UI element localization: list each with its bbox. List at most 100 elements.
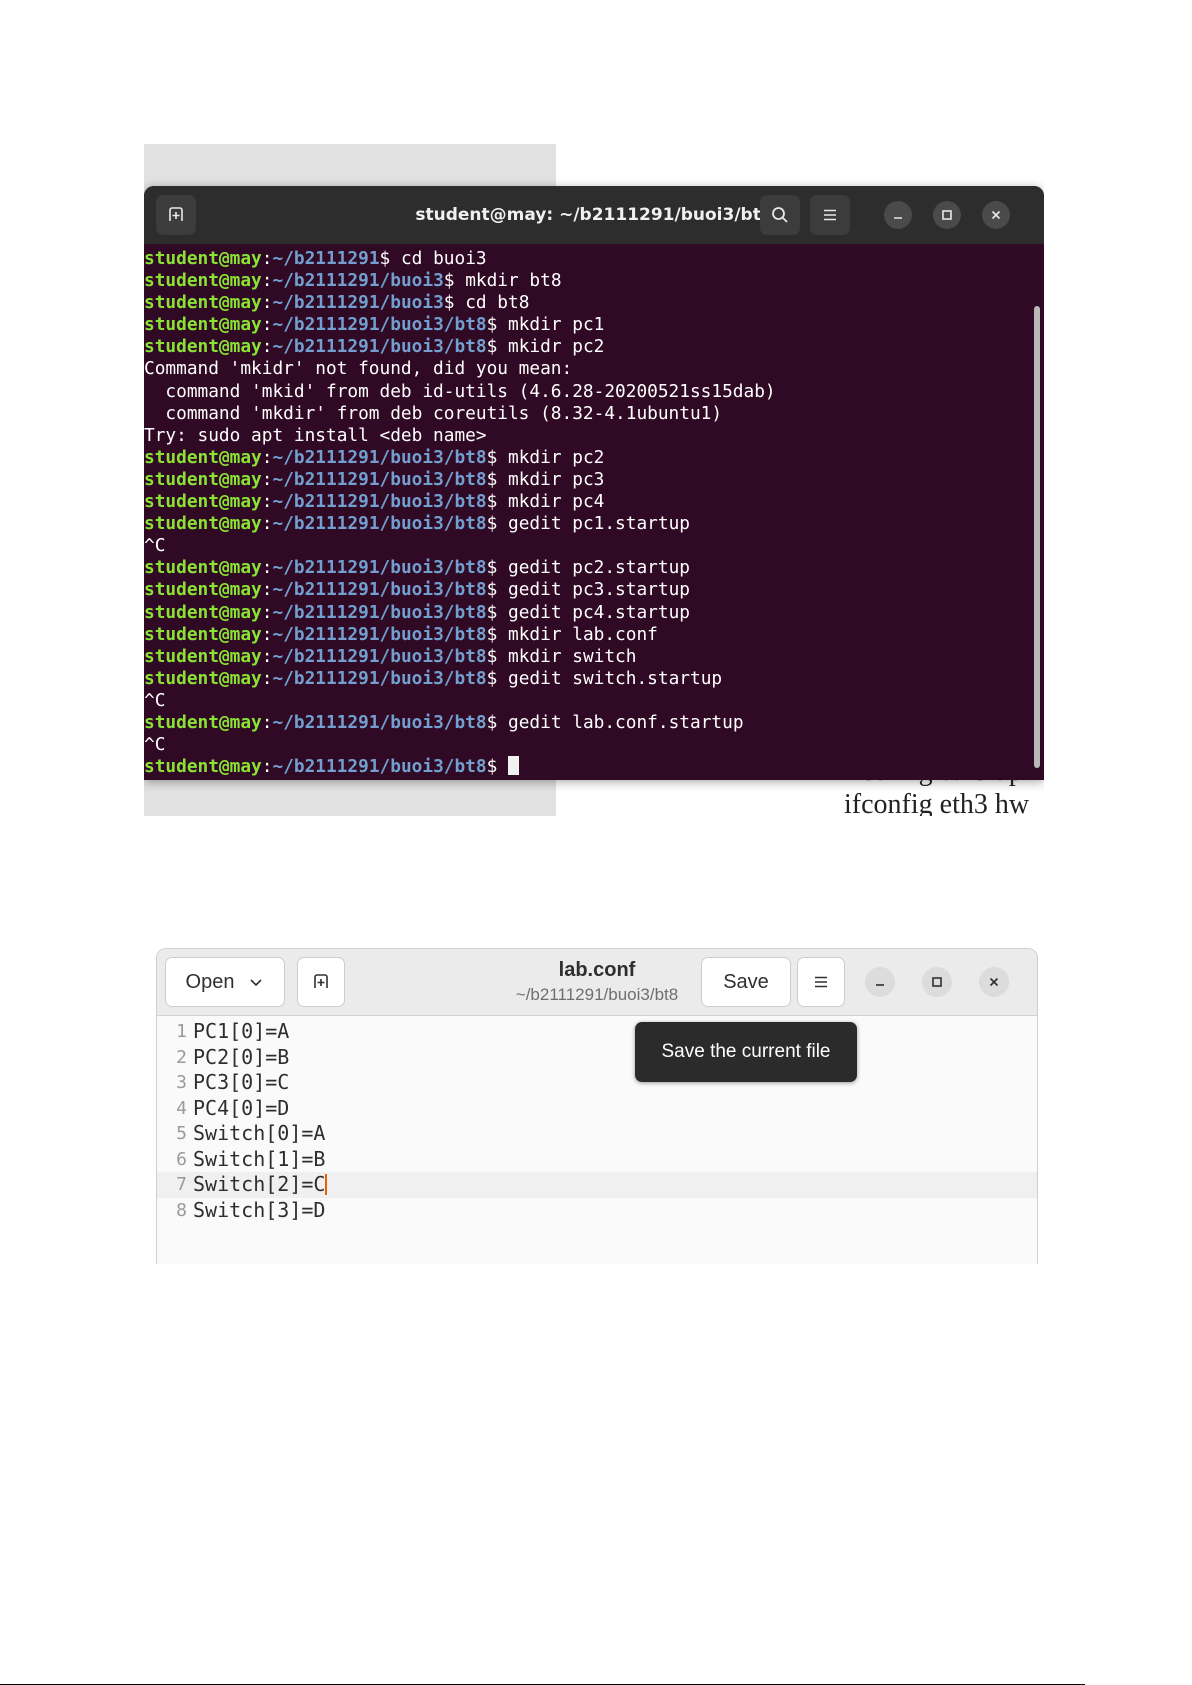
prompt-user: student@may	[144, 491, 262, 513]
terminal-line: student@may:~/b2111291/buoi3/bt8$ gedit …	[144, 579, 1032, 601]
new-tab-icon	[314, 974, 328, 988]
prompt-colon: :	[261, 579, 273, 601]
line-number: 2	[176, 1046, 187, 1068]
editor-line[interactable]: 7 Switch[2]=C	[157, 1172, 1037, 1198]
editor-line[interactable]: 5 Switch[0]=A	[157, 1121, 1037, 1147]
prompt-user: student@may	[144, 623, 262, 645]
terminal-scrollbar[interactable]	[1034, 306, 1040, 768]
prompt-user: student@may	[144, 579, 262, 601]
terminal-line: student@may:~/b2111291/buoi3$ cd bt8	[144, 292, 1032, 314]
command-output: command 'mkid' from deb id-utils (4.6.28…	[144, 380, 776, 402]
prompt-user: student@may	[144, 270, 262, 292]
minimize-icon	[876, 984, 884, 986]
terminal-line: ^C	[144, 690, 1032, 712]
prompt-command: $ gedit pc1.startup	[486, 513, 690, 535]
prompt-command: $ mkdir switch	[486, 645, 637, 667]
terminal-line: student@may:~/b2111291/buoi3/bt8$ mkdir …	[144, 469, 1032, 491]
terminal-line: student@may:~/b2111291/buoi3/bt8$ mkdir …	[144, 314, 1032, 336]
terminal-line: student@may:~/b2111291$ cd buoi3	[144, 248, 1032, 270]
new-tab-button[interactable]	[297, 957, 345, 1007]
command-output: ^C	[144, 535, 166, 557]
close-button[interactable]	[982, 201, 1010, 229]
terminal-line: student@may:~/b2111291/buoi3/bt8$ mkdir …	[144, 447, 1032, 469]
maximize-button[interactable]	[922, 967, 952, 997]
editor-line[interactable]: 8 Switch[3]=D	[157, 1198, 1037, 1224]
terminal-line: student@may:~/b2111291/buoi3/bt8$ gedit …	[144, 557, 1032, 579]
background-doc-line-2: ifconfig eth3 hw	[844, 789, 1030, 816]
prompt-user: student@may	[144, 756, 262, 778]
prompt-colon: :	[261, 513, 273, 535]
prompt-command: $ mkdir pc3	[486, 468, 605, 490]
maximize-icon	[942, 210, 952, 220]
prompt-user: student@may	[144, 336, 262, 358]
editor-line[interactable]: 6 Switch[1]=B	[157, 1147, 1037, 1173]
line-text: PC3[0]=C	[193, 1070, 290, 1094]
line-number: 7	[176, 1174, 187, 1195]
editor-line[interactable]: 1 PC1[0]=A	[157, 1019, 1037, 1045]
terminal-line: student@may:~/b2111291/buoi3/bt8$ gedit …	[144, 513, 1032, 535]
terminal-line: student@may:~/b2111291/buoi3/bt8$	[144, 756, 1032, 778]
prompt-user: student@may	[144, 314, 262, 336]
prompt-command: $ mkdir lab.conf	[486, 623, 658, 645]
line-number: 8	[176, 1199, 187, 1221]
prompt-command: $ mkdir pc2	[486, 446, 605, 468]
prompt-path: ~/b2111291/buoi3/bt8	[272, 513, 487, 535]
gedit-screenshot: Open lab.conf ~/b2111291/buoi3/bt8 Save	[144, 948, 1047, 1264]
terminal-line: student@may:~/b2111291/buoi3/bt8$ gedit …	[144, 712, 1032, 734]
text-editor-area[interactable]: 1 PC1[0]=A 2 PC2[0]=B 3 PC3[0]=C 4 PC4[0]=D 5 Swi…	[157, 1015, 1037, 1264]
close-button[interactable]	[979, 967, 1009, 997]
line-text: Switch[2]=C	[193, 1172, 328, 1196]
prompt-path: ~/b2111291/buoi3/bt8	[272, 645, 487, 667]
gedit-window[interactable]: Open lab.conf ~/b2111291/buoi3/bt8 Save	[156, 948, 1038, 1264]
editor-line[interactable]: 4 PC4[0]=D	[157, 1096, 1037, 1122]
prompt-path: ~/b2111291/buoi3/bt8	[272, 601, 487, 623]
prompt-path: ~/b2111291/buoi3	[272, 270, 444, 292]
prompt-user: student@may	[144, 557, 262, 579]
command-output: command 'mkdir' from deb coreutils (8.32…	[144, 402, 723, 424]
prompt-path: ~/b2111291/buoi3/bt8	[272, 336, 487, 358]
terminal-line: student@may:~/b2111291/buoi3/bt8$ mkidr …	[144, 336, 1032, 358]
line-text: PC2[0]=B	[193, 1044, 290, 1069]
prompt-colon: :	[261, 336, 273, 358]
prompt-colon: :	[261, 248, 273, 269]
menu-button[interactable]	[797, 957, 845, 1007]
prompt-command: $ mkidr pc2	[486, 336, 605, 358]
prompt-command: $ cd bt8	[443, 292, 530, 314]
prompt-command: $ gedit pc3.startup	[486, 579, 690, 601]
line-number: 5	[176, 1123, 187, 1144]
prompt-colon: :	[261, 270, 273, 292]
command-output: ^C	[144, 734, 166, 756]
prompt-command: $ gedit pc2.startup	[486, 557, 690, 579]
prompt-command: $ mkdir bt8	[443, 270, 562, 292]
prompt-colon: :	[261, 468, 273, 490]
close-icon	[991, 210, 1001, 220]
save-button-label: Save	[723, 970, 769, 993]
open-button[interactable]: Open	[165, 957, 285, 1007]
search-button[interactable]	[760, 195, 800, 235]
prompt-colon: :	[261, 446, 273, 468]
minimize-button[interactable]	[884, 201, 912, 229]
editor-line[interactable]: 3 PC3[0]=C	[157, 1070, 1037, 1096]
prompt-user: student@may	[144, 513, 262, 535]
prompt-path: ~/b2111291/buoi3	[272, 292, 444, 314]
prompt-path: ~/b2111291/buoi3/bt8	[272, 756, 487, 778]
open-button-label: Open	[185, 970, 235, 993]
prompt-user: student@may	[144, 711, 262, 733]
menu-button[interactable]	[810, 195, 850, 235]
line-number: 3	[176, 1072, 187, 1093]
prompt-command: $ cd buoi3	[379, 248, 487, 269]
terminal-window[interactable]: student@may: ~/b2111291/buoi3/bt8 studen…	[144, 186, 1044, 780]
minimize-button[interactable]	[865, 967, 895, 997]
editor-line[interactable]: 2 PC2[0]=B	[157, 1045, 1037, 1071]
prompt-path: ~/b2111291/buoi3/bt8	[272, 491, 487, 513]
prompt-command: $ mkdir pc1	[486, 314, 605, 336]
prompt-user: student@may	[144, 292, 262, 314]
prompt-command: $ mkdir pc4	[486, 491, 605, 513]
prompt-user: student@may	[144, 468, 262, 490]
terminal-output[interactable]: student@may:~/b2111291$ cd buoi3 student@…	[144, 244, 1032, 780]
maximize-button[interactable]	[933, 201, 961, 229]
save-button[interactable]: Save	[701, 957, 791, 1007]
command-output: Command 'mkidr' not found, did you mean:	[144, 358, 573, 380]
prompt-colon: :	[261, 601, 273, 623]
line-text: Switch[3]=D	[193, 1197, 326, 1222]
